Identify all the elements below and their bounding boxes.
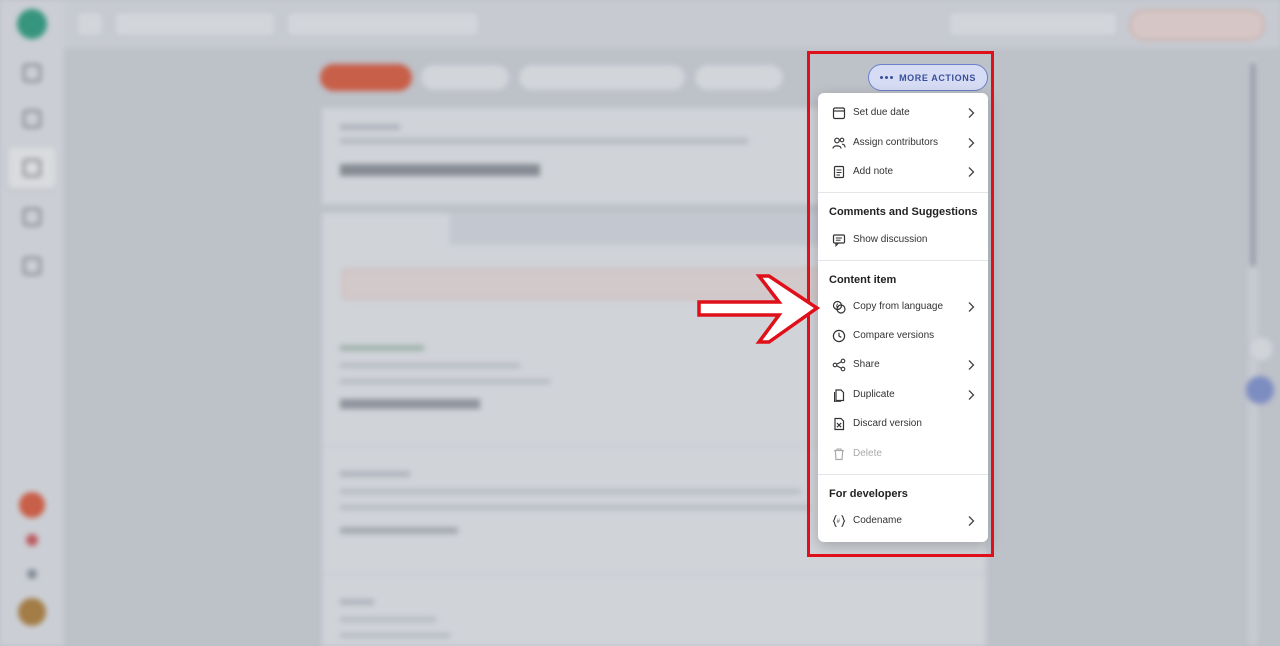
menu-item-discard-version[interactable]: Discard version [818, 410, 988, 438]
tab-3[interactable] [526, 213, 654, 245]
chevron-right-icon [968, 167, 975, 177]
clock-icon [832, 329, 846, 343]
calendar-icon [832, 107, 846, 120]
background-app [0, 0, 1280, 646]
chevron-right-icon [968, 138, 975, 148]
action-pill-2[interactable] [420, 64, 510, 91]
nav-item-5[interactable] [8, 245, 56, 287]
menu-item-label: Delete [853, 448, 882, 459]
menu-item-label: Assign contributors [853, 137, 939, 148]
svg-text:A: A [836, 303, 840, 309]
menu-item-assign-contributors[interactable]: Assign contributors [818, 129, 988, 157]
menu-item-set-due-date[interactable]: Set due date [818, 99, 988, 127]
left-navigation [0, 0, 65, 646]
menu-item-label: Set due date [853, 107, 910, 118]
publish-button[interactable] [320, 64, 412, 91]
scrollbar-thumb[interactable] [1250, 62, 1256, 267]
language-icon: A [832, 300, 846, 314]
menu-item-duplicate[interactable]: Duplicate [818, 381, 988, 409]
project-selector[interactable] [114, 11, 276, 37]
action-pill-4[interactable] [694, 64, 784, 91]
discard-icon [834, 417, 845, 431]
section-title-content-item: Content item [829, 274, 897, 286]
users-icon [832, 137, 846, 149]
annotation-arrow-icon [697, 274, 821, 344]
avatar[interactable] [18, 598, 46, 626]
menu-item-label: Share [853, 359, 880, 370]
note-icon [833, 165, 845, 179]
section-title-developers: For developers [829, 488, 908, 500]
more-actions-label: MORE ACTIONS [899, 72, 976, 83]
section-title-comments: Comments and Suggestions [829, 206, 978, 218]
back-button[interactable] [76, 11, 104, 37]
svg-text:#: # [837, 519, 841, 525]
action-pill-3[interactable] [518, 64, 686, 91]
menu-item-label: Codename [853, 515, 902, 526]
menu-item-label: Duplicate [853, 389, 895, 400]
menu-item-label: Discard version [853, 418, 922, 429]
nav-item-2[interactable] [8, 98, 56, 140]
tab-active[interactable] [322, 213, 450, 245]
chevron-right-icon [968, 390, 975, 400]
more-actions-menu: Set due date Assign contributors Add not… [818, 93, 988, 542]
menu-item-codename[interactable]: # Codename [818, 507, 988, 535]
menu-item-share[interactable]: Share [818, 351, 988, 379]
rocket-icon[interactable] [26, 534, 38, 546]
help-icon[interactable] [27, 569, 37, 579]
nav-item-content[interactable] [8, 147, 56, 189]
app-logo [17, 9, 47, 39]
top-bar [64, 0, 1280, 48]
nav-item-1[interactable] [8, 52, 56, 94]
trash-icon [834, 448, 844, 461]
menu-item-label: Copy from language [853, 301, 944, 312]
menu-item-label: Add note [853, 166, 894, 177]
duplicate-icon [834, 389, 845, 402]
menu-item-delete: Delete [818, 440, 988, 468]
chevron-right-icon [968, 360, 975, 370]
chevron-right-icon [968, 302, 975, 312]
notification-icon[interactable] [19, 492, 45, 518]
nav-item-4[interactable] [8, 196, 56, 238]
chevron-right-icon [968, 516, 975, 526]
more-dots-icon [880, 76, 894, 79]
more-actions-button[interactable]: MORE ACTIONS [868, 64, 988, 91]
menu-item-show-discussion[interactable]: Show discussion [818, 226, 988, 254]
menu-item-compare-versions[interactable]: Compare versions [818, 322, 988, 350]
codename-icon: # [832, 514, 846, 528]
menu-item-label: Compare versions [853, 330, 935, 341]
menu-separator [818, 192, 988, 193]
search-box[interactable] [948, 11, 1118, 37]
menu-item-label: Show discussion [853, 234, 928, 245]
breadcrumb[interactable] [286, 11, 480, 37]
share-icon [832, 358, 846, 372]
menu-separator [818, 474, 988, 475]
menu-item-add-note[interactable]: Add note [818, 158, 988, 186]
side-round-button[interactable] [1248, 336, 1274, 362]
top-action-button[interactable] [1130, 10, 1264, 40]
menu-item-copy-from-language[interactable]: A Copy from language [818, 293, 988, 321]
side-round-button-blue[interactable] [1246, 376, 1274, 404]
chevron-right-icon [968, 108, 975, 118]
discussion-icon [832, 234, 846, 247]
menu-separator [818, 260, 988, 261]
